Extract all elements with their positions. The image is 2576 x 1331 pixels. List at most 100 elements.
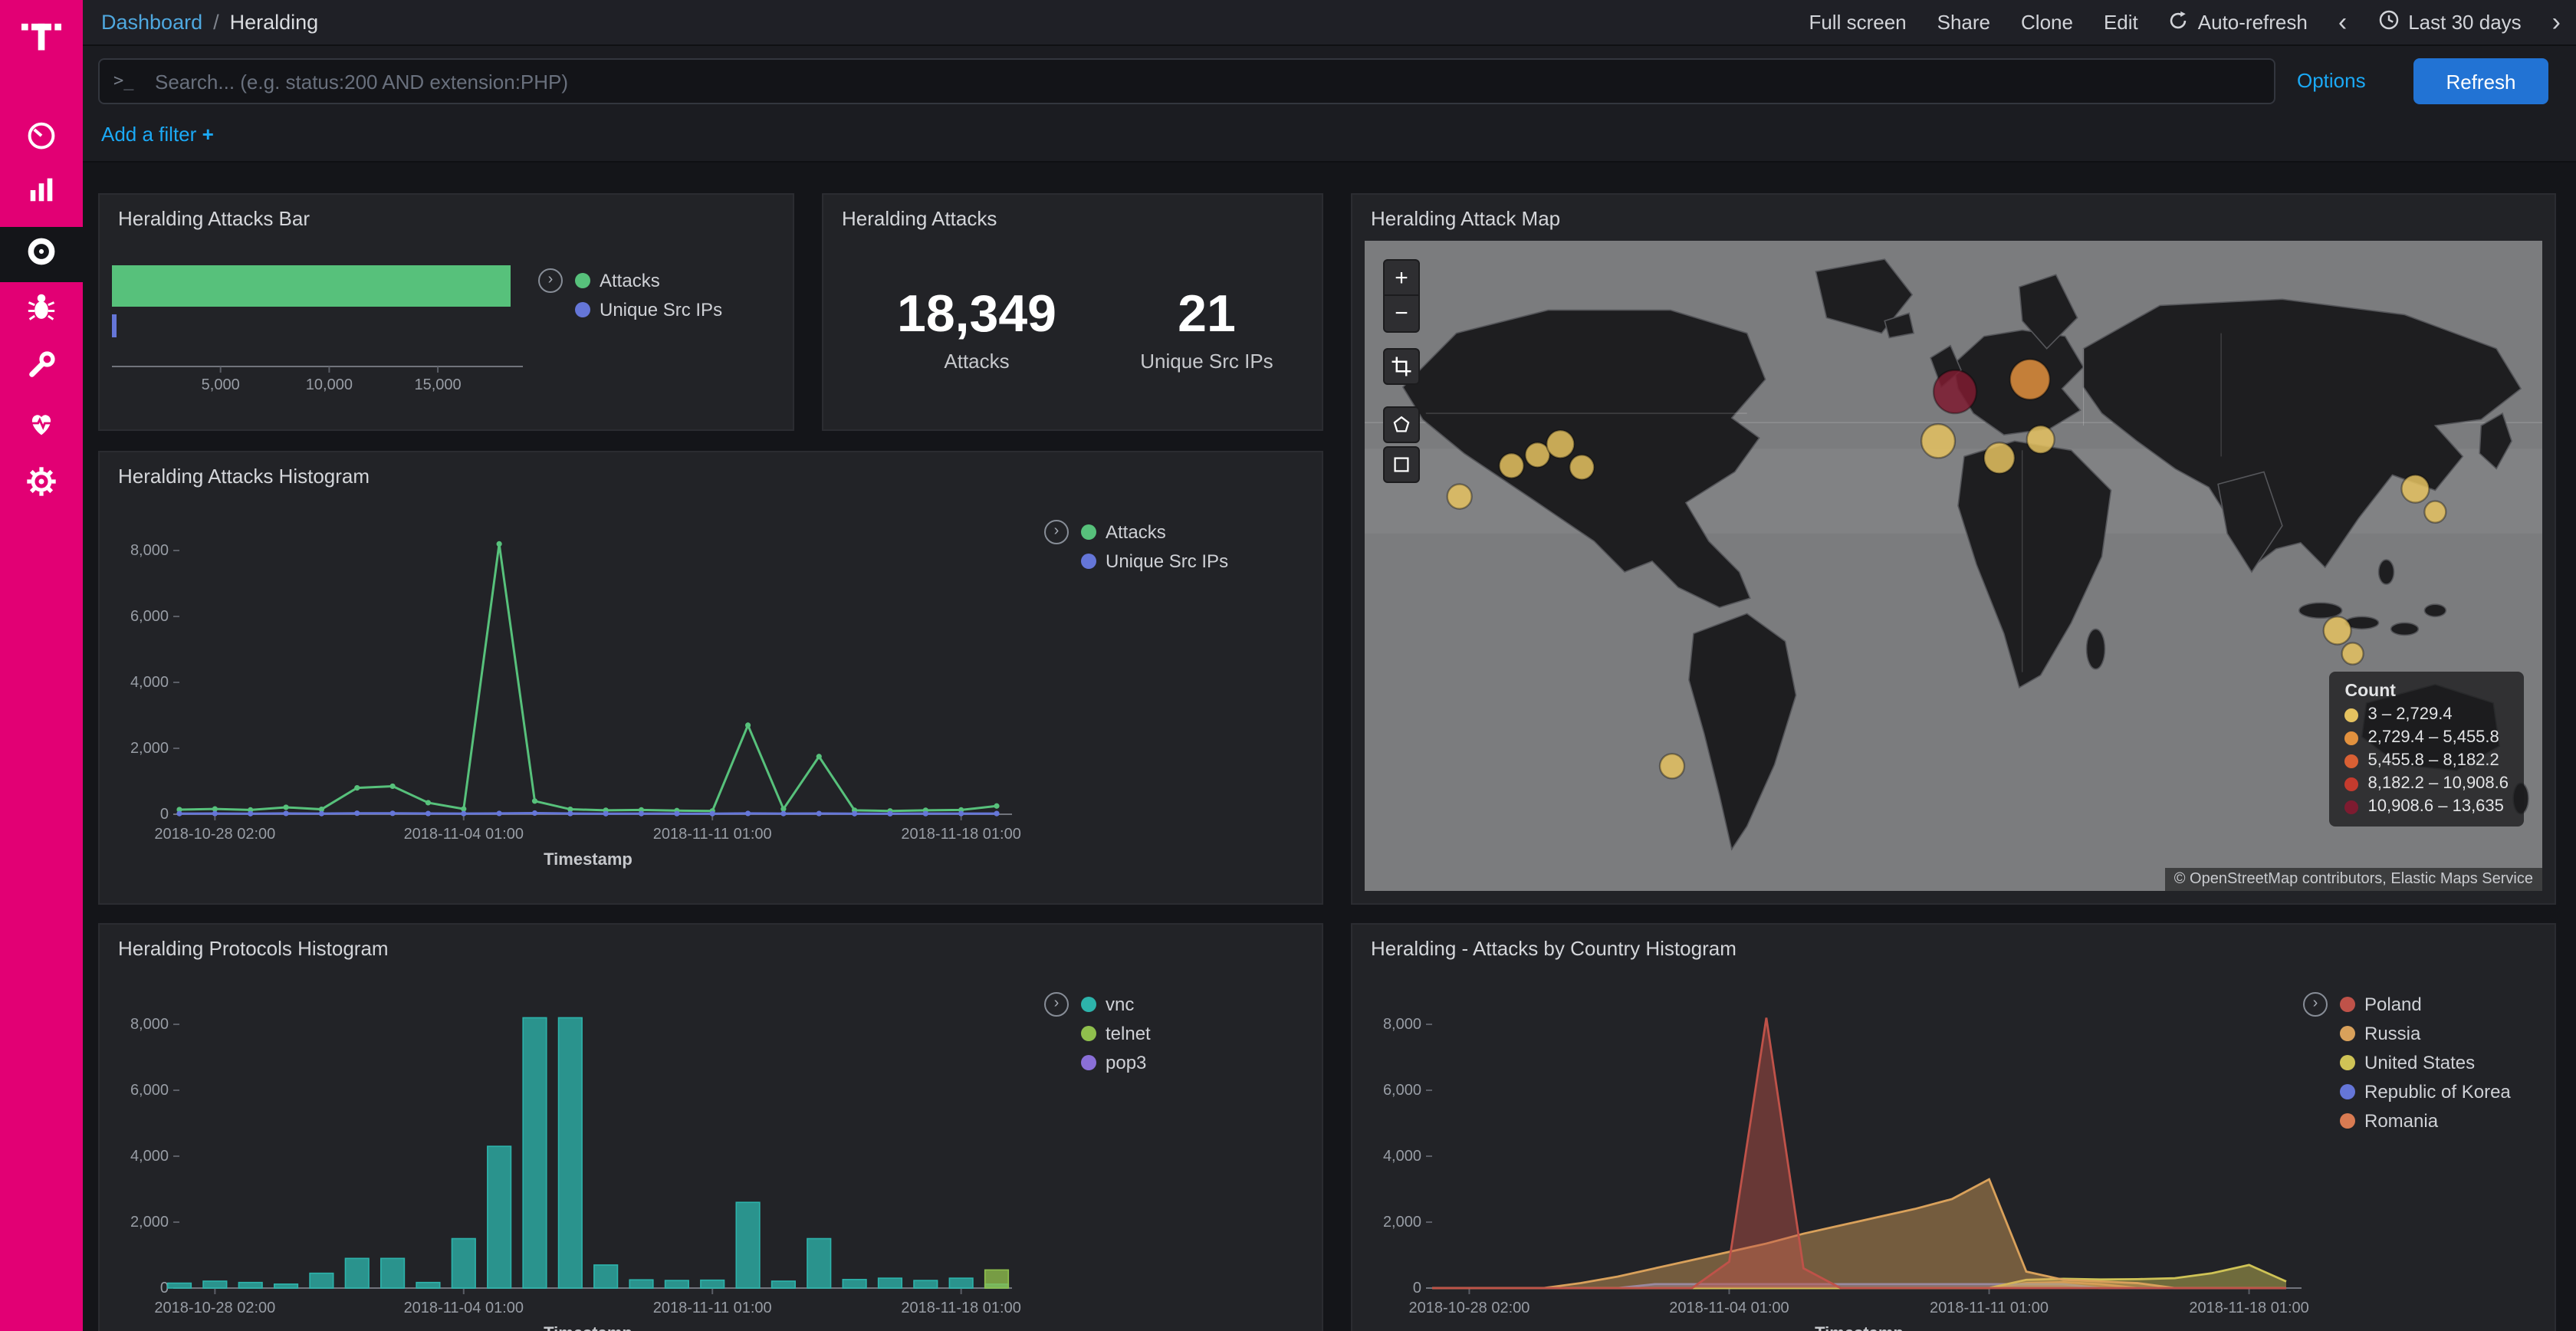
- edit-button[interactable]: Edit: [2104, 11, 2138, 34]
- plus-icon: +: [202, 123, 214, 146]
- breadcrumb-dashboard-link[interactable]: Dashboard: [101, 11, 202, 34]
- legend-item[interactable]: Republic of Korea: [2340, 1081, 2511, 1103]
- svg-text:2018-11-18 01:00: 2018-11-18 01:00: [901, 826, 1020, 843]
- zoom-out-button[interactable]: −: [1383, 296, 1420, 333]
- legend-item[interactable]: Attacks: [575, 270, 722, 291]
- panel-protocols-histogram: Heralding Protocols Histogram 02,0004,00…: [98, 923, 1323, 1331]
- legend-label: pop3: [1106, 1052, 1146, 1073]
- clone-button[interactable]: Clone: [2021, 11, 2073, 34]
- panel-title: Heralding Attacks Histogram: [118, 465, 370, 488]
- protocols-histogram-chart[interactable]: 02,0004,0006,0008,0002018-10-28 02:00201…: [100, 925, 1322, 1331]
- svg-text:2018-11-04 01:00: 2018-11-04 01:00: [1669, 1300, 1789, 1316]
- map-marker[interactable]: [1934, 370, 1976, 413]
- time-back-chevron-icon[interactable]: ‹: [2338, 9, 2347, 35]
- map-attribution[interactable]: © OpenStreetMap contributors, Elastic Ma…: [2165, 868, 2542, 891]
- svg-text:8,000: 8,000: [130, 542, 169, 559]
- map-marker[interactable]: [2342, 642, 2364, 664]
- sidebar-item-dashboard[interactable]: [0, 110, 83, 166]
- svg-text:2018-10-28 02:00: 2018-10-28 02:00: [154, 826, 275, 843]
- zoom-in-button[interactable]: +: [1383, 259, 1420, 296]
- svg-text:8,000: 8,000: [1383, 1016, 1421, 1033]
- svg-text:5,000: 5,000: [202, 376, 240, 393]
- legend-dot: [1081, 1055, 1096, 1070]
- legend-dot: [575, 302, 590, 317]
- legend-toggle-icon[interactable]: ›: [538, 268, 563, 293]
- query-options-link[interactable]: Options: [2297, 69, 2366, 92]
- legend-toggle-icon[interactable]: ›: [2303, 992, 2328, 1017]
- legend-item[interactable]: pop3: [1081, 1052, 1151, 1073]
- top-nav-bar: Dashboard / Heralding Full screen Share …: [83, 0, 2576, 46]
- map-marker[interactable]: [1447, 484, 1472, 508]
- panel-attack-map: Heralding Attack Map: [1351, 193, 2556, 905]
- map-legend-item[interactable]: 8,182.2 – 10,908.6: [2345, 774, 2509, 793]
- legend-dot: [2340, 1055, 2355, 1070]
- legend-item[interactable]: Unique Src IPs: [1081, 550, 1228, 572]
- metric-value: 18,349: [854, 284, 1099, 345]
- legend-dot: [1081, 1026, 1096, 1041]
- map-marker[interactable]: [1660, 754, 1684, 778]
- map-legend-item[interactable]: 5,455.8 – 8,182.2: [2345, 751, 2509, 770]
- legend-item[interactable]: Russia: [2340, 1023, 2511, 1044]
- map-marker[interactable]: [2401, 475, 2429, 502]
- legend-label: 2,729.4 – 5,455.8: [2368, 728, 2499, 747]
- search-input[interactable]: [98, 58, 2275, 104]
- sidebar-item-settings[interactable]: [0, 457, 83, 512]
- share-button[interactable]: Share: [1937, 11, 1990, 34]
- legend-item[interactable]: Attacks: [1081, 521, 1228, 543]
- map-marker[interactable]: [1500, 453, 1524, 478]
- full-screen-button[interactable]: Full screen: [1809, 11, 1906, 34]
- auto-refresh-button[interactable]: Auto-refresh: [2169, 10, 2308, 35]
- rectangle-tool-button[interactable]: [1383, 446, 1420, 483]
- chart-legend: › Attacks Unique Src IPs: [1044, 520, 1228, 572]
- legend-dot: [1081, 997, 1096, 1012]
- svg-text:2,000: 2,000: [130, 740, 169, 757]
- map-controls: + −: [1383, 259, 1420, 483]
- legend-item[interactable]: United States: [2340, 1052, 2511, 1073]
- svg-text:2018-11-11 01:00: 2018-11-11 01:00: [653, 826, 772, 843]
- legend-toggle-icon[interactable]: ›: [1044, 520, 1069, 544]
- legend-label: Republic of Korea: [2364, 1081, 2511, 1103]
- legend-item[interactable]: vnc: [1081, 994, 1151, 1015]
- sidebar-item-tools[interactable]: [0, 340, 83, 396]
- world-map[interactable]: + − Count 3 – 2,729.42,729.4 – 5,455.85,…: [1365, 241, 2542, 891]
- telekom-logo-icon[interactable]: [0, 15, 83, 55]
- map-marker[interactable]: [1546, 430, 1574, 458]
- map-marker[interactable]: [2424, 501, 2446, 523]
- legend-dot: [2345, 800, 2359, 813]
- legend-label: United States: [2364, 1052, 2475, 1073]
- sidebar-item-visualize[interactable]: [0, 166, 83, 221]
- map-legend-item[interactable]: 2,729.4 – 5,455.8: [2345, 728, 2509, 747]
- sidebar-item-honeypot[interactable]: [0, 282, 83, 337]
- panel-attacks-bar: Heralding Attacks Bar 5,00010,00015,000 …: [98, 193, 794, 431]
- legend-dot: [2345, 754, 2359, 767]
- map-marker[interactable]: [2010, 360, 2050, 399]
- legend-label: 10,908.6 – 13,635: [2368, 797, 2504, 816]
- panel-title: Heralding Attacks Bar: [118, 207, 310, 230]
- time-range-picker[interactable]: Last 30 days: [2377, 9, 2521, 35]
- map-marker[interactable]: [2027, 426, 2055, 453]
- time-forward-chevron-icon[interactable]: ›: [2552, 9, 2561, 35]
- legend-item[interactable]: Poland: [2340, 994, 2511, 1015]
- sidebar-item-health[interactable]: [0, 399, 83, 454]
- add-filter-link[interactable]: Add a filter +: [101, 123, 214, 146]
- crop-tool-button[interactable]: [1383, 348, 1420, 385]
- svg-text:8,000: 8,000: [130, 1016, 169, 1033]
- refresh-button[interactable]: Refresh: [2413, 58, 2548, 104]
- map-marker[interactable]: [1921, 424, 1955, 458]
- map-marker[interactable]: [1569, 455, 1594, 479]
- metric-unique-src-ips: 21 Unique Src IPs: [1107, 284, 1306, 373]
- legend-item[interactable]: telnet: [1081, 1023, 1151, 1044]
- legend-toggle-icon[interactable]: ›: [1044, 992, 1069, 1017]
- legend-item[interactable]: Romania: [2340, 1110, 2511, 1132]
- map-marker[interactable]: [2324, 616, 2351, 644]
- map-marker[interactable]: [1984, 442, 2015, 473]
- legend-label: Russia: [2364, 1023, 2420, 1044]
- legend-item[interactable]: Unique Src IPs: [575, 299, 722, 320]
- legend-label: 5,455.8 – 8,182.2: [2368, 751, 2499, 770]
- map-legend-item[interactable]: 10,908.6 – 13,635: [2345, 797, 2509, 816]
- svg-text:0: 0: [1413, 1280, 1421, 1296]
- svg-text:2018-11-18 01:00: 2018-11-18 01:00: [901, 1300, 1020, 1316]
- sidebar-item-heralding[interactable]: [0, 227, 83, 282]
- polygon-tool-button[interactable]: [1383, 406, 1420, 443]
- map-legend-item[interactable]: 3 – 2,729.4: [2345, 705, 2509, 724]
